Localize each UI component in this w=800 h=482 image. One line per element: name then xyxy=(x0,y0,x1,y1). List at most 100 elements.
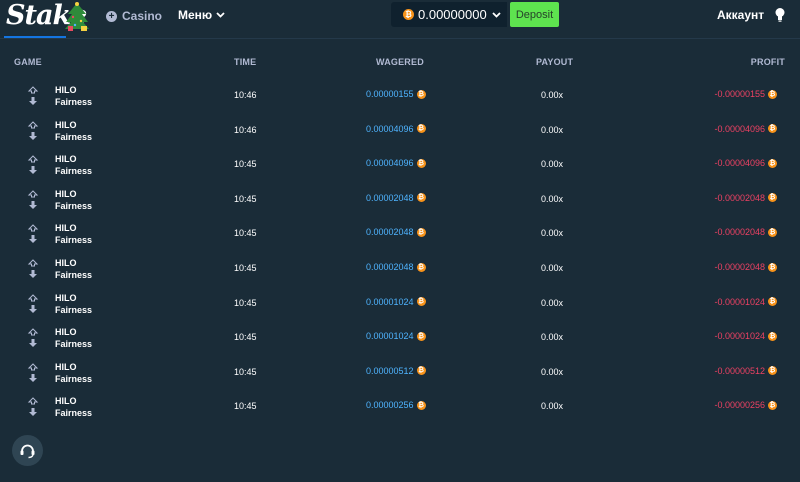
lightbulb-icon[interactable] xyxy=(774,7,786,22)
casino-link[interactable]: + Casino xyxy=(106,8,162,24)
time-cell: 10:46 xyxy=(234,90,257,100)
game-name: HILO xyxy=(55,188,77,199)
game-name-cell[interactable]: HILO Fairness xyxy=(55,222,92,246)
wagered-cell: 0.00004096 ₿ xyxy=(366,158,426,168)
column-header-wagered: WAGERED xyxy=(376,57,424,67)
payout-cell: 0.00x xyxy=(541,297,564,308)
bitcoin-icon: ₿ xyxy=(416,124,426,134)
game-name: HILO xyxy=(55,396,77,407)
bitcoin-icon: ₿ xyxy=(768,227,777,237)
wagered-amount: 0.00002048 xyxy=(366,262,414,272)
wagered-amount: 0.00000256 xyxy=(366,400,414,411)
account-link[interactable]: Аккаунт xyxy=(717,8,764,22)
menu-label: Меню xyxy=(178,8,213,22)
wagered-cell: 0.00001024 ₿ xyxy=(366,297,426,307)
time-cell: 10:46 xyxy=(234,124,257,135)
game-subtitle: Fairness xyxy=(55,304,93,315)
game-name-cell[interactable]: HILO Fairness xyxy=(55,84,92,108)
table-row[interactable]: HILO Fairness 10:45 0.00002048 ₿ 0.00x -0.0000… xyxy=(0,184,800,218)
profit-cell: -0.00004096 ₿ xyxy=(714,158,777,168)
payout-cell: 0.00x xyxy=(541,366,564,377)
time-cell: 10:45 xyxy=(234,159,257,170)
bitcoin-icon: ₿ xyxy=(416,331,426,341)
column-header-time: TIME xyxy=(234,57,257,67)
table-row[interactable]: HILO Fairness 10:45 0.00002048 ₿ 0.00x -0.0000… xyxy=(0,253,800,287)
profit-amount: -0.00002048 xyxy=(714,262,765,272)
time-cell: 10:45 xyxy=(234,297,257,308)
wagered-cell: 0.00004096 ₿ xyxy=(366,124,426,134)
bitcoin-icon: ₿ xyxy=(416,89,426,99)
game-name: HILO xyxy=(55,258,77,268)
game-subtitle: Fairness xyxy=(55,200,93,211)
table-row[interactable]: HILO Fairness 10:45 0.00000256 ₿ 0.00x -0.0000… xyxy=(0,391,800,425)
game-subtitle: Fairness xyxy=(55,235,93,246)
hilo-game-icon xyxy=(27,224,39,249)
bitcoin-icon: ₿ xyxy=(416,193,426,203)
bitcoin-icon: ₿ xyxy=(403,9,414,20)
game-name-cell[interactable]: HILO Fairness xyxy=(55,361,92,385)
game-name-cell[interactable]: HILO Fairness xyxy=(55,188,92,212)
profit-cell: -0.00000512 ₿ xyxy=(714,366,777,376)
table-row[interactable]: HILO Fairness 10:46 0.00004096 ₿ 0.00x -0.0000… xyxy=(0,115,800,149)
time-cell: 10:45 xyxy=(234,366,257,377)
menu-dropdown[interactable]: Меню xyxy=(178,8,225,22)
game-name: HILO xyxy=(55,119,77,130)
table-row[interactable]: HILO Fairness 10:45 0.00000512 ₿ 0.00x -0.0000… xyxy=(0,357,800,391)
column-header-profit: PROFIT xyxy=(750,57,785,67)
deposit-button[interactable]: Deposit xyxy=(510,2,559,27)
hilo-game-icon xyxy=(27,363,39,388)
profit-cell: -0.00001024 ₿ xyxy=(714,297,777,307)
game-name-cell[interactable]: HILO Fairness xyxy=(55,395,92,419)
bitcoin-icon: ₿ xyxy=(768,366,777,376)
profit-cell: -0.00002048 ₿ xyxy=(714,227,777,237)
bitcoin-icon: ₿ xyxy=(416,400,426,410)
game-name-cell[interactable]: HILO Fairness xyxy=(55,119,92,143)
support-chat-button[interactable] xyxy=(12,435,43,466)
bitcoin-icon: ₿ xyxy=(768,158,777,168)
bitcoin-icon: ₿ xyxy=(768,400,777,410)
game-name: HILO xyxy=(55,223,77,234)
game-subtitle: Fairness xyxy=(55,131,93,142)
wallet-balance: 0.00000000 xyxy=(418,7,487,22)
bitcoin-icon: ₿ xyxy=(768,124,777,134)
time-cell: 10:45 xyxy=(234,193,257,204)
hilo-game-icon xyxy=(27,259,39,284)
wagered-cell: 0.00000512 ₿ xyxy=(366,366,426,376)
wagered-cell: 0.00002048 ₿ xyxy=(366,262,426,272)
game-name: HILO xyxy=(55,154,77,165)
game-subtitle: Fairness xyxy=(55,339,93,350)
wagered-amount: 0.00000155 xyxy=(366,89,414,99)
profit-cell: -0.00004096 ₿ xyxy=(714,124,777,134)
bitcoin-icon: ₿ xyxy=(416,366,426,376)
payout-cell: 0.00x xyxy=(541,228,564,239)
bitcoin-icon: ₿ xyxy=(416,297,426,307)
profit-cell: -0.00000155 ₿ xyxy=(714,89,777,99)
table-row[interactable]: HILO Fairness 10:45 0.00001024 ₿ 0.00x -0.0000… xyxy=(0,288,800,322)
game-name-cell[interactable]: HILO Fairness xyxy=(55,153,92,177)
wagered-amount: 0.00002048 xyxy=(366,192,414,203)
profit-amount: -0.00001024 xyxy=(714,296,765,307)
table-row[interactable]: HILO Fairness 10:45 0.00002048 ₿ 0.00x -0.0000… xyxy=(0,218,800,252)
time-cell: 10:45 xyxy=(234,401,257,412)
wagered-cell: 0.00001024 ₿ xyxy=(366,331,426,341)
time-cell: 10:45 xyxy=(234,228,257,239)
table-row[interactable]: HILO Fairness 10:45 0.00001024 ₿ 0.00x -0.0000… xyxy=(0,322,800,356)
payout-cell: 0.00x xyxy=(541,401,564,412)
game-name-cell[interactable]: HILO Fairness xyxy=(55,326,92,350)
column-header-game: GAME xyxy=(14,57,42,67)
time-cell: 10:45 xyxy=(234,332,257,343)
bitcoin-icon: ₿ xyxy=(768,297,777,307)
table-row[interactable]: HILO Fairness 10:45 0.00004096 ₿ 0.00x -0.0000… xyxy=(0,149,800,183)
table-row[interactable]: HILO Fairness 10:46 0.00000155 ₿ 0.00x -0.0000… xyxy=(0,80,800,114)
hilo-game-icon xyxy=(27,293,39,319)
profit-amount: -0.00000155 xyxy=(714,89,765,99)
game-name-cell[interactable]: HILO Fairness xyxy=(55,257,92,281)
bitcoin-icon: ₿ xyxy=(768,89,777,99)
profit-amount: -0.00002048 xyxy=(714,227,765,238)
profit-amount: -0.00002048 xyxy=(714,192,765,203)
game-name-cell[interactable]: HILO Fairness xyxy=(55,292,92,316)
game-name: HILO xyxy=(55,292,77,303)
game-subtitle: Fairness xyxy=(55,97,93,107)
wallet-selector[interactable]: ₿ 0.00000000 xyxy=(391,2,507,27)
payout-cell: 0.00x xyxy=(541,263,564,273)
